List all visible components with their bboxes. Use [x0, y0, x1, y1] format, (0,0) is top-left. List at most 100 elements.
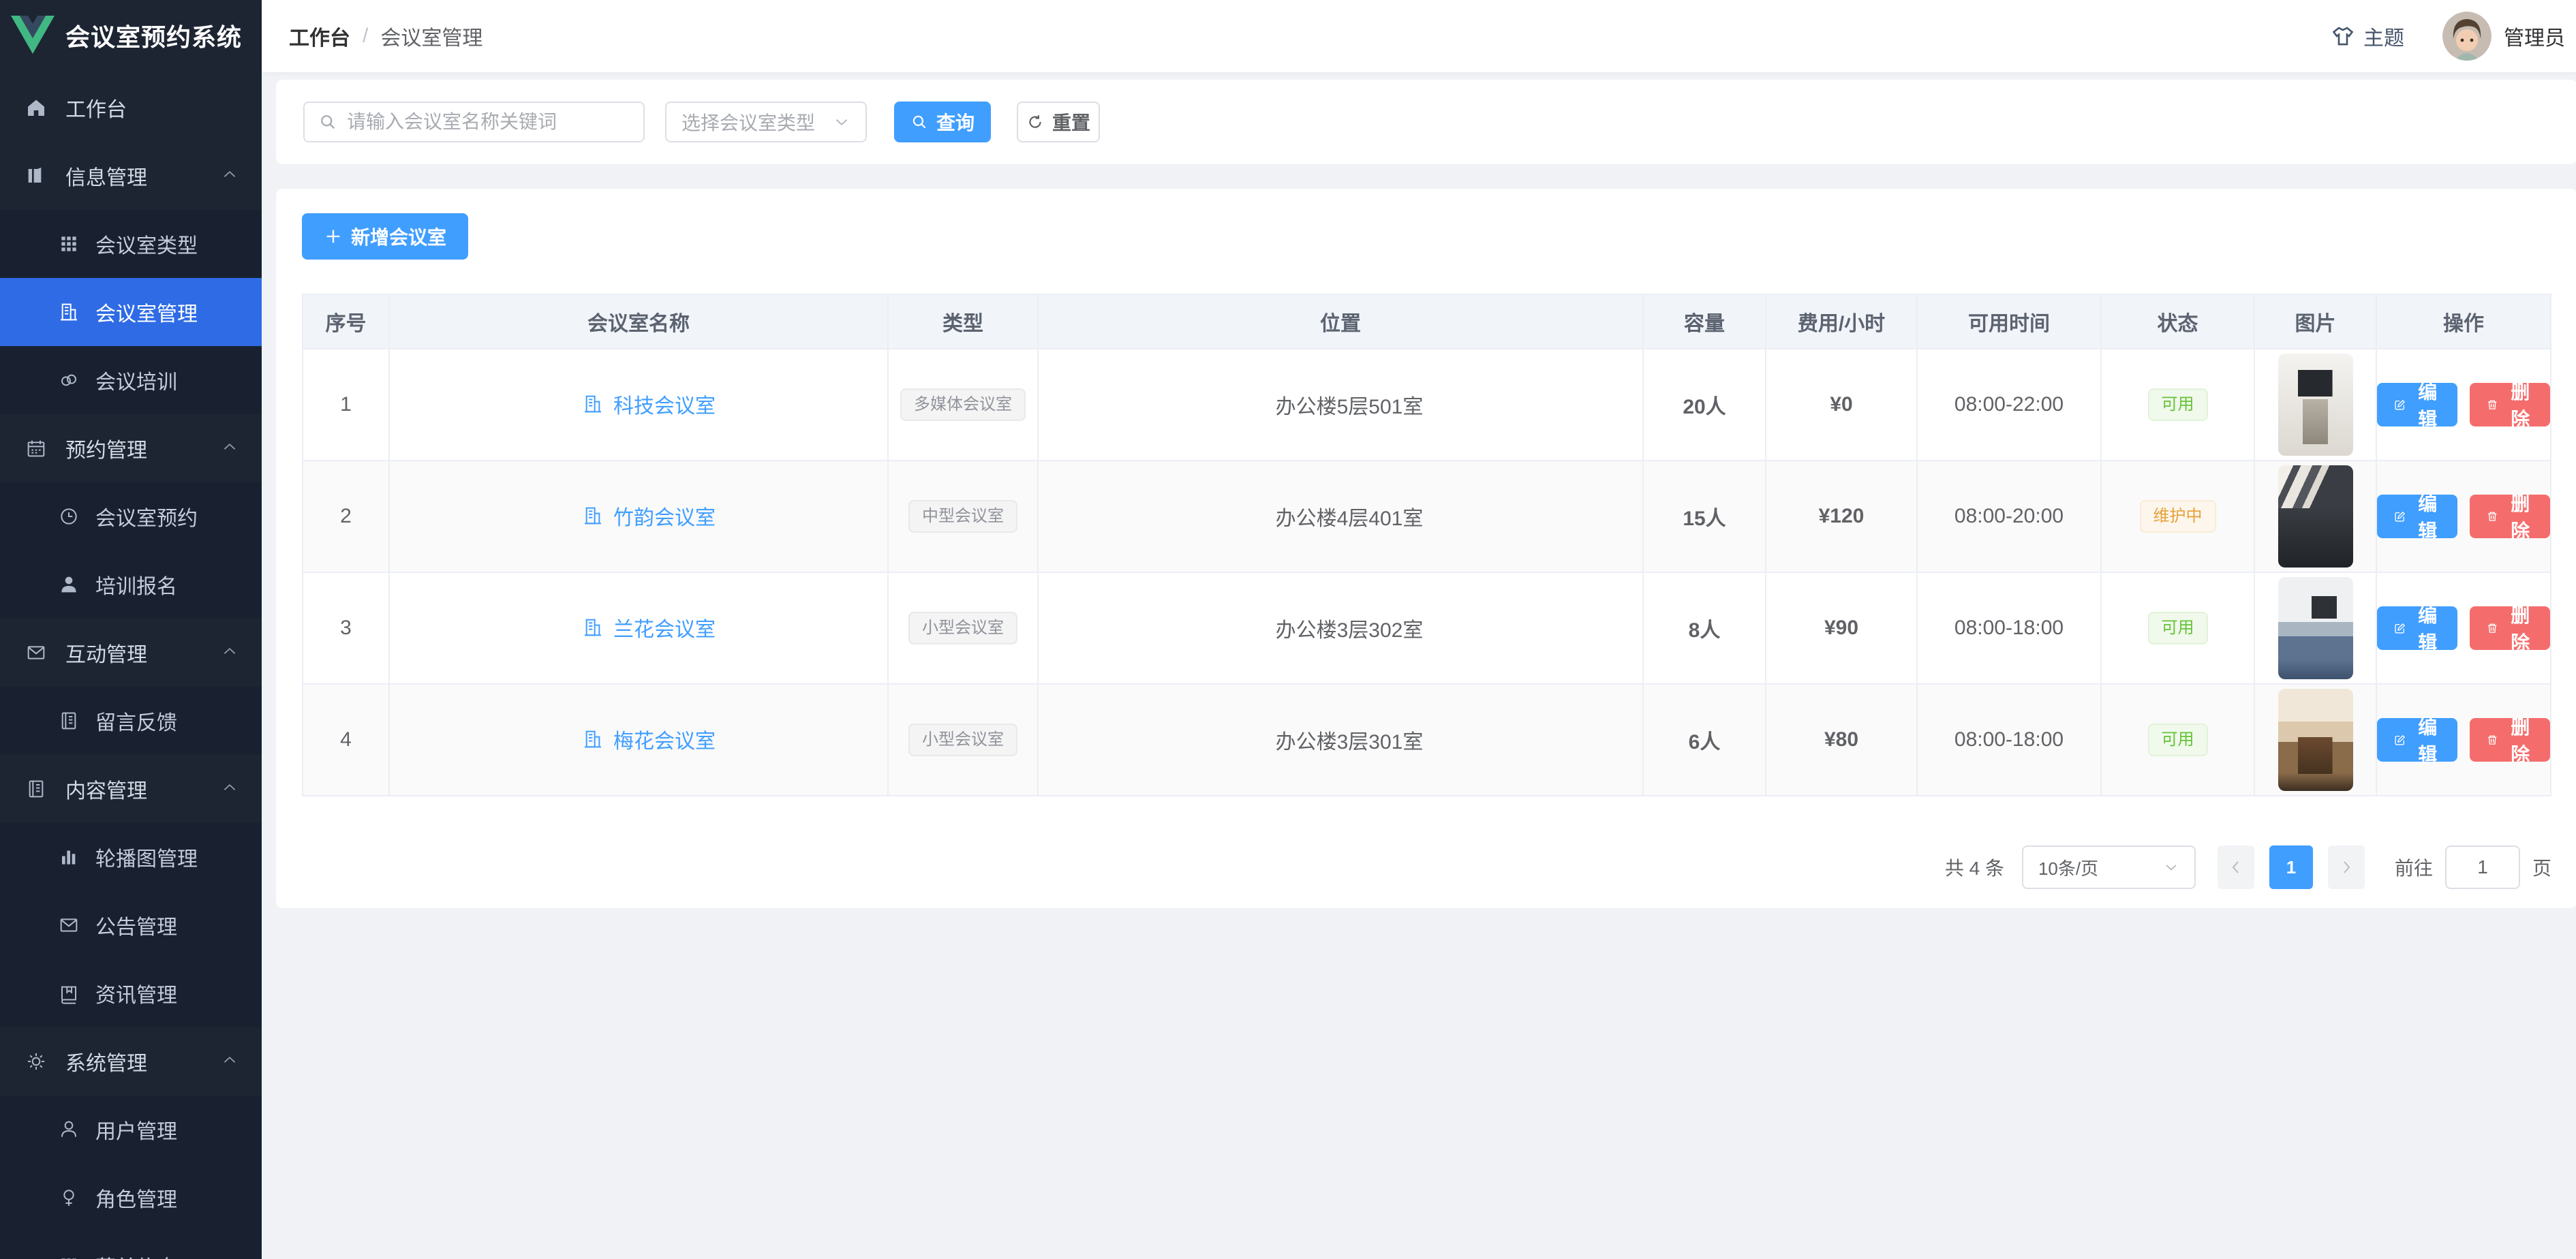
building-icon: [582, 393, 604, 415]
app-title: 会议室预约系统: [65, 18, 242, 53]
edit-button[interactable]: 编辑: [2377, 495, 2457, 538]
chevron-up-icon: [221, 779, 239, 800]
chevron-down-icon: [2163, 859, 2179, 875]
next-page-button[interactable]: [2328, 845, 2365, 889]
cell-capacity: 6人: [1643, 684, 1766, 796]
sidebar-item-menu-info[interactable]: 菜单信息: [0, 1232, 262, 1259]
room-photo[interactable]: [2278, 354, 2353, 456]
cell-index: 4: [303, 684, 389, 796]
sidebar-group-info-mgmt[interactable]: 信息管理: [0, 142, 262, 210]
sidebar-group-interaction-mgmt[interactable]: 互动管理: [0, 619, 262, 687]
goto-page-input[interactable]: [2445, 845, 2520, 889]
status-badge: 可用: [2148, 388, 2208, 421]
page-number-1[interactable]: 1: [2269, 845, 2313, 889]
add-room-button[interactable]: 新增会议室: [302, 213, 468, 260]
submenu-content-mgmt: 轮播图管理 公告管理 资讯管理: [0, 823, 262, 1027]
building-icon: [57, 300, 80, 324]
tshirt-icon: [2331, 24, 2355, 48]
breadcrumb-current: 会议室管理: [380, 21, 482, 51]
keyword-search-field[interactable]: [303, 102, 645, 142]
avatar[interactable]: [2442, 12, 2491, 61]
chevron-up-icon: [221, 642, 239, 664]
sidebar-item-room-type[interactable]: 会议室类型: [0, 210, 262, 278]
cell-index: 2: [303, 461, 389, 572]
search-icon: [318, 112, 337, 131]
room-name-link[interactable]: 科技会议室: [582, 389, 716, 419]
cell-index: 1: [303, 349, 389, 461]
cell-location: 办公楼4层401室: [1038, 461, 1643, 572]
sidebar-item-role-mgmt[interactable]: 角色管理: [0, 1164, 262, 1232]
room-type-select-placeholder: 选择会议室类型: [681, 108, 815, 136]
room-type-select[interactable]: 选择会议室类型: [665, 102, 867, 142]
sidebar-item-meeting-training[interactable]: 会议培训: [0, 346, 262, 414]
book-icon: [57, 982, 80, 1005]
grid-icon: [57, 232, 80, 255]
delete-button[interactable]: 删除: [2470, 718, 2550, 762]
calendar-icon: [25, 437, 48, 460]
cell-time: 08:00-18:00: [1917, 572, 2101, 684]
sidebar-group-system-mgmt[interactable]: 系统管理: [0, 1027, 262, 1095]
trash-icon: [2486, 731, 2498, 749]
sidebar-group-reservation-mgmt[interactable]: 预约管理: [0, 414, 262, 482]
sidebar-item-notice-mgmt[interactable]: 公告管理: [0, 891, 262, 959]
grid-icon: [57, 1254, 80, 1259]
theme-toggle-button[interactable]: 主题: [2331, 21, 2404, 51]
mail-icon: [57, 914, 80, 937]
edit-button[interactable]: 编辑: [2377, 606, 2457, 650]
sidebar-item-room-mgmt[interactable]: 会议室管理: [0, 278, 262, 346]
keyword-search-input[interactable]: [347, 111, 630, 133]
sidebar-item-user-mgmt[interactable]: 用户管理: [0, 1095, 262, 1164]
delete-button[interactable]: 删除: [2470, 495, 2550, 538]
room-name-link[interactable]: 梅花会议室: [582, 724, 716, 754]
sidebar-item-label: 角色管理: [95, 1183, 177, 1213]
sidebar-item-feedback[interactable]: 留言反馈: [0, 687, 262, 755]
sidebar-group-content-mgmt[interactable]: 内容管理: [0, 755, 262, 823]
room-photo[interactable]: [2278, 465, 2353, 568]
sidebar-item-training-signup[interactable]: 培训报名: [0, 550, 262, 619]
delete-button[interactable]: 删除: [2470, 383, 2550, 426]
sidebar-item-carousel-mgmt[interactable]: 轮播图管理: [0, 823, 262, 891]
pagination-total: 共 4 条: [1945, 854, 2004, 881]
sidebar-item-label: 资讯管理: [95, 978, 177, 1008]
edit-button[interactable]: 编辑: [2377, 718, 2457, 762]
room-photo[interactable]: [2278, 689, 2353, 791]
room-type-tag: 小型会议室: [908, 612, 1017, 644]
prev-page-button[interactable]: [2218, 845, 2254, 889]
plus-icon: [324, 227, 343, 246]
sidebar-item-label: 公告管理: [95, 910, 177, 940]
cell-time: 08:00-18:00: [1917, 684, 2101, 796]
edit-button[interactable]: 编辑: [2377, 383, 2457, 426]
breadcrumb-separator: /: [363, 25, 368, 48]
room-name-link[interactable]: 竹韵会议室: [582, 501, 716, 531]
app-logo: 会议室预约系统: [0, 0, 262, 71]
goto-label: 前往: [2395, 854, 2433, 881]
clock-icon: [57, 505, 80, 528]
cell-capacity: 15人: [1643, 461, 1766, 572]
sidebar-item-workbench[interactable]: 工作台: [0, 74, 262, 142]
submenu-system-mgmt: 用户管理 角色管理 菜单信息: [0, 1095, 262, 1259]
sidebar-item-room-reservation[interactable]: 会议室预约: [0, 482, 262, 550]
delete-button[interactable]: 删除: [2470, 606, 2550, 650]
sidebar-item-label: 信息管理: [65, 161, 147, 191]
reset-button[interactable]: 重置: [1017, 102, 1100, 142]
status-badge: 维护中: [2140, 500, 2216, 533]
edit-icon: [2393, 619, 2406, 637]
table-row: 2 竹韵会议室 中型会议室 办公楼4层401室 15人 ¥120 08:00-2…: [303, 461, 2551, 572]
room-photo[interactable]: [2278, 577, 2353, 679]
cell-capacity: 20人: [1643, 349, 1766, 461]
room-name-link[interactable]: 兰花会议室: [582, 612, 716, 642]
chevron-down-icon: [833, 113, 850, 131]
trash-icon: [2486, 619, 2498, 637]
trash-icon: [2486, 396, 2498, 414]
sidebar-item-label: 互动管理: [65, 638, 147, 668]
col-header-actions: 操作: [2376, 294, 2551, 349]
sidebar-item-label: 菜单信息: [95, 1251, 177, 1259]
page-content: 选择会议室类型 查询 重置 新增会议室: [262, 72, 2576, 1259]
cell-time: 08:00-20:00: [1917, 461, 2101, 572]
sidebar-item-news-mgmt[interactable]: 资讯管理: [0, 959, 262, 1027]
page-size-select[interactable]: 10条/页: [2022, 845, 2196, 889]
search-button[interactable]: 查询: [894, 102, 991, 142]
col-header-index: 序号: [303, 294, 389, 349]
col-header-capacity: 容量: [1643, 294, 1766, 349]
breadcrumb-workbench[interactable]: 工作台: [289, 21, 350, 51]
